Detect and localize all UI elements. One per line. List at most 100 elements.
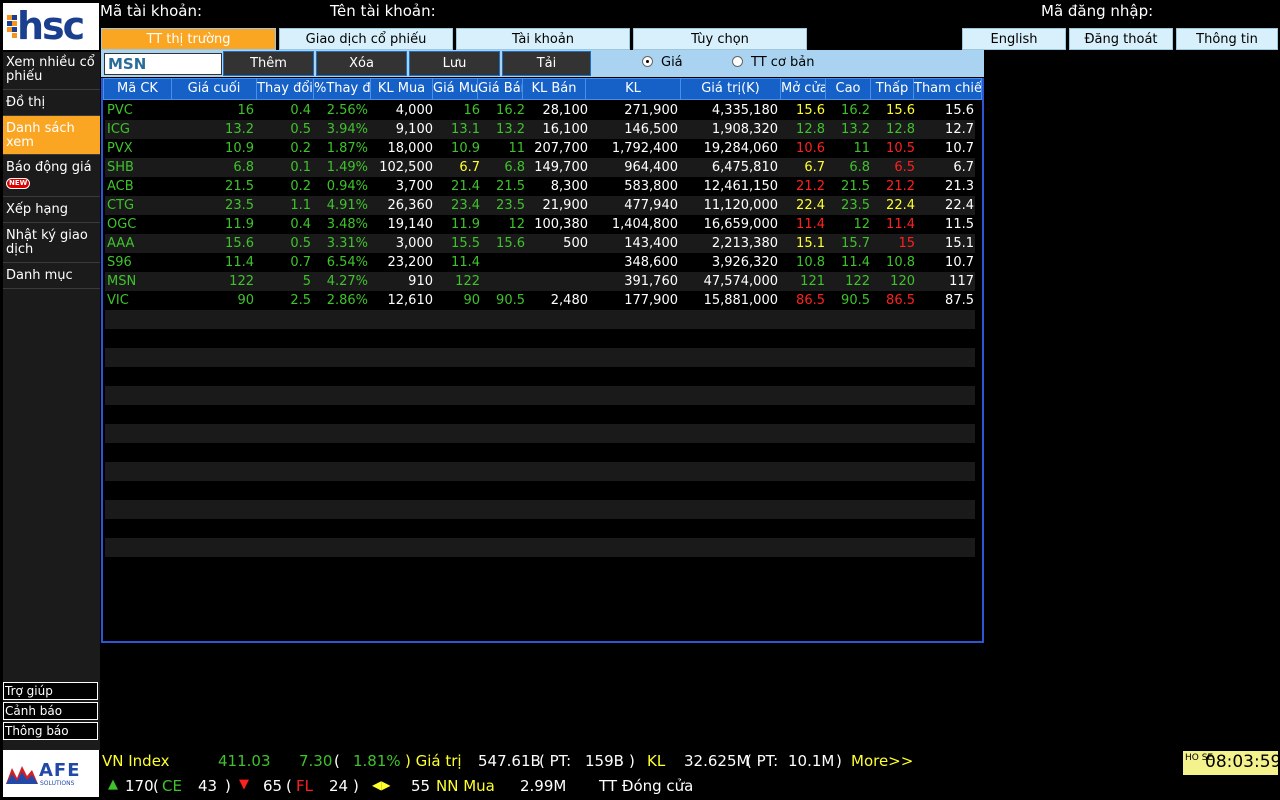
table-cell: 391,760: [624, 274, 678, 289]
table-header: Mã CKGiá cuốiThay đổi%Thay đổiKL MuaGiá …: [103, 78, 982, 100]
table-cell: 23.5: [496, 198, 525, 213]
table-row[interactable]: MSN 122 5 4.27% 910 122 391,760 47,574,000 121 12…: [105, 272, 975, 291]
open-paren: (: [334, 752, 340, 770]
radio-price[interactable]: Giá: [642, 51, 683, 75]
afe-text: AFE: [39, 760, 81, 781]
table-row[interactable]: PVC 16 0.4 2.56% 4,000 16 16.2 28,100 271,900 4,3…: [105, 101, 975, 120]
table-row: [105, 538, 975, 557]
table-cell: 2,213,380: [711, 236, 778, 251]
login-id-label: Mã đăng nhập:: [1041, 2, 1154, 20]
table-cell: 12.8: [796, 122, 825, 137]
tab-info[interactable]: Thông tin: [1176, 28, 1278, 50]
table-row[interactable]: SHB 6.8 0.1 1.49% 102,500 6.7 6.8 149,700 964,40…: [105, 158, 975, 177]
column-header[interactable]: Giá Bán: [478, 79, 523, 99]
tab-market-info[interactable]: TT thị trường: [101, 28, 276, 50]
sidebar-item-price-alert[interactable]: Báo động giá NEW: [3, 155, 100, 197]
table-cell: 11.5: [945, 217, 974, 232]
column-header[interactable]: Giá cuối: [172, 79, 257, 99]
table-row[interactable]: ACB 21.5 0.2 0.94% 3,700 21.4 21.5 8,300 583,800…: [105, 177, 975, 196]
table-cell: 11,120,000: [703, 198, 778, 213]
sidebar-item-chart[interactable]: Đồ thị: [3, 90, 100, 116]
add-button[interactable]: Thêm: [223, 51, 314, 76]
sidebar-item-ranking[interactable]: Xếp hạng: [3, 197, 100, 223]
table-cell: 3.94%: [326, 122, 368, 137]
sidebar-item-label: Xếp hạng: [6, 202, 68, 217]
table-row[interactable]: AAA 15.6 0.5 3.31% 3,000 15.5 15.6 500 143,400 2,…: [105, 234, 975, 253]
close-paren: ): [629, 752, 635, 770]
sidebar-item-multi-stock[interactable]: Xem nhiều cổ phiếu: [3, 52, 100, 90]
sidebar-item-label: Danh mục: [6, 268, 73, 283]
ce-close-paren: ): [225, 777, 231, 795]
tab-english[interactable]: English: [962, 28, 1066, 50]
notice-link[interactable]: Thông báo: [3, 722, 98, 740]
table-row: [105, 367, 975, 386]
tab-account[interactable]: Tài khoản: [456, 28, 630, 50]
table-cell: 11.9: [225, 217, 254, 232]
more-link[interactable]: More>>: [851, 752, 913, 770]
advancers-count: 170: [125, 777, 154, 795]
table-row[interactable]: OGC 11.9 0.4 3.48% 19,140 11.9 12 100,380 1,404,…: [105, 215, 975, 234]
table-cell: 12.8: [886, 122, 915, 137]
column-header[interactable]: Mở cửa: [781, 79, 826, 99]
table-cell: 15.6: [886, 103, 915, 118]
table-row[interactable]: ICG 13.2 0.5 3.94% 9,100 13.1 13.2 16,100 146,50…: [105, 120, 975, 139]
delete-button[interactable]: Xóa: [316, 51, 407, 76]
afe-logo: AFE SOLUTIONS: [3, 750, 99, 797]
table-cell: 6,475,810: [711, 160, 778, 175]
column-header[interactable]: Cao: [826, 79, 871, 99]
table-cell: 19,284,060: [703, 141, 778, 156]
table-cell: 11.4: [886, 217, 915, 232]
table-cell: 11.4: [841, 255, 870, 270]
pt-label: ( PT:: [539, 752, 572, 770]
table-row[interactable]: S96 11.4 0.7 6.54% 23,200 11.4 348,600 3,926,32…: [105, 253, 975, 272]
table-cell: 12: [853, 217, 870, 232]
sidebar-item-trade-log[interactable]: Nhật ký giao dịch: [3, 223, 100, 263]
up-arrow-icon: ▲: [108, 777, 118, 792]
table-cell: 28,100: [542, 103, 589, 118]
table-cell: 87.5: [945, 293, 974, 308]
tab-options[interactable]: Tùy chọn: [633, 28, 807, 50]
table-cell: 23.4: [451, 198, 480, 213]
warning-link[interactable]: Cảnh báo: [3, 702, 98, 720]
table-cell: 5: [302, 274, 311, 289]
table-cell: 11: [508, 141, 525, 156]
table-cell: 1,908,320: [711, 122, 778, 137]
column-header[interactable]: Thay đổi: [257, 79, 314, 99]
radio-basic-label: TT cơ bản: [751, 55, 815, 70]
clock-time: 08:03:59: [1205, 752, 1280, 772]
radio-basic-info[interactable]: TT cơ bản: [732, 51, 814, 75]
save-button[interactable]: Lưu: [409, 51, 500, 76]
table-row[interactable]: CTG 23.5 1.1 4.91% 26,360 23.4 23.5 21,900 477,9…: [105, 196, 975, 215]
column-header[interactable]: %Thay đổi: [314, 79, 371, 99]
symbol-input[interactable]: MSN: [104, 53, 222, 75]
column-header[interactable]: Tham chiếu: [914, 79, 982, 99]
sidebar-item-portfolio[interactable]: Danh mục: [3, 263, 100, 289]
table-cell: 15.1: [945, 236, 974, 251]
pt-volume-label: ( PT:: [746, 752, 779, 770]
column-header[interactable]: KL Bán: [523, 79, 586, 99]
table-cell: 11.9: [451, 217, 480, 232]
table-cell: 100,380: [534, 217, 588, 232]
afe-subtext: SOLUTIONS: [40, 780, 75, 787]
column-header[interactable]: KL: [586, 79, 681, 99]
table-cell: 10.6: [796, 141, 825, 156]
column-header[interactable]: Mã CK: [104, 79, 172, 99]
table-cell: 0.1: [290, 160, 311, 175]
column-header[interactable]: KL Mua: [371, 79, 433, 99]
table-cell: 207,700: [534, 141, 588, 156]
table-row[interactable]: PVX 10.9 0.2 1.87% 18,000 10.9 11 207,700 1,792,…: [105, 139, 975, 158]
column-header[interactable]: Thấp: [871, 79, 914, 99]
load-button[interactable]: Tải: [502, 51, 591, 76]
table-cell: 1.49%: [326, 160, 368, 175]
column-header[interactable]: Giá trị(K): [681, 79, 781, 99]
sidebar-item-watchlist[interactable]: Danh sách xem: [3, 116, 100, 155]
table-row[interactable]: VIC 90 2.5 2.86% 12,610 90 90.5 2,480 177,900 15,…: [105, 291, 975, 310]
sidebar: Xem nhiều cổ phiếu Đồ thị Danh sách xem …: [3, 52, 100, 750]
table-row: [105, 405, 975, 424]
table-cell: 21.2: [886, 179, 915, 194]
tab-stock-trading[interactable]: Giao dịch cổ phiếu: [279, 28, 453, 50]
column-header[interactable]: Giá Mua: [433, 79, 478, 99]
table-cell: 6.8: [504, 160, 525, 175]
tab-logout[interactable]: Đăng thoát: [1069, 28, 1173, 50]
help-link[interactable]: Trợ giúp: [3, 682, 98, 700]
